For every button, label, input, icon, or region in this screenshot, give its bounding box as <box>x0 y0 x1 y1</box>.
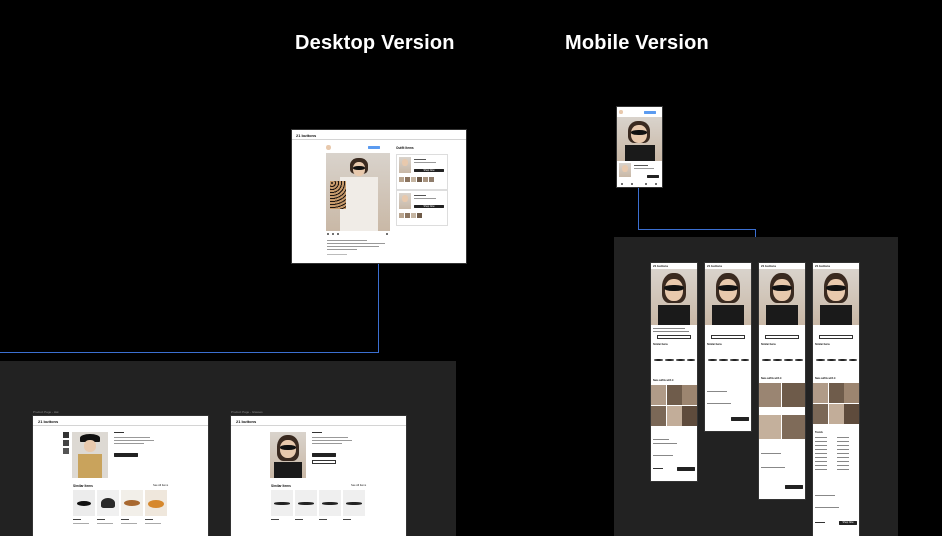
mobile-product-screen[interactable]: 21 buttons Similar Items New outfits wit… <box>813 263 859 536</box>
shop-now-button[interactable] <box>731 417 749 421</box>
similar-items-title: Similar Items <box>815 343 830 346</box>
secondary-button[interactable] <box>312 460 336 464</box>
shop-now-button[interactable] <box>312 453 336 457</box>
brand-logo[interactable]: 21 buttons <box>38 419 58 424</box>
shop-now-button[interactable] <box>677 467 695 471</box>
mobile-post-frame[interactable] <box>617 107 662 187</box>
brand-logo[interactable]: 21 buttons <box>236 419 256 424</box>
avatar[interactable] <box>326 145 331 150</box>
new-outfits-title: New outfits with it <box>815 377 836 380</box>
brand-logo[interactable]: 21 buttons <box>815 264 830 268</box>
shop-now-button[interactable] <box>785 485 803 489</box>
similar-item-card[interactable] <box>343 490 365 516</box>
mobile-product-screen[interactable]: 21 buttons Similar Items <box>705 263 751 431</box>
profile-icon[interactable] <box>655 183 657 185</box>
similar-items-title: Similar Items <box>761 343 776 346</box>
shop-now-button[interactable] <box>114 453 138 457</box>
comment-icon[interactable] <box>332 233 334 235</box>
similar-items-title: Similar Items <box>707 343 722 346</box>
mobile-product-screen[interactable]: 21 buttons Similar Items New outfits wit… <box>759 263 805 499</box>
share-icon[interactable] <box>337 233 339 235</box>
product-photo[interactable] <box>651 269 697 325</box>
home-icon[interactable] <box>621 183 623 185</box>
mobile-product-screen[interactable]: 21 buttons Similar Items New outfits wit… <box>651 263 697 481</box>
outfit-items-title: Outfit Items <box>396 146 414 150</box>
connector-desktop-vertical <box>378 263 379 353</box>
desktop-version-heading: Desktop Version <box>295 32 455 54</box>
header-divider <box>292 139 466 140</box>
brand-logo[interactable]: 21 buttons <box>761 264 776 268</box>
outfit-item-card[interactable]: Shop Now <box>396 154 448 190</box>
desktop-post-frame[interactable]: 21 buttons Outfit Items Shop Now Shop No… <box>292 130 466 263</box>
shop-now-button[interactable]: Shop Now <box>414 205 444 208</box>
similar-items-title: Similar Items <box>653 343 668 346</box>
product-photo[interactable] <box>705 269 751 325</box>
shop-button[interactable] <box>765 335 799 339</box>
outfit-item-card[interactable]: Shop Now <box>396 190 448 226</box>
similar-item-card[interactable] <box>97 490 119 516</box>
shop-now-button[interactable] <box>647 175 659 178</box>
see-all-items-link[interactable]: See All Items <box>153 484 168 487</box>
product-photo[interactable] <box>813 269 859 325</box>
avatar[interactable] <box>619 110 623 114</box>
similar-items-title: Similar Items <box>73 484 93 488</box>
desktop-product-panel: Product Page - Hat Product Page - Glasse… <box>0 361 456 536</box>
post-photo[interactable] <box>617 117 662 161</box>
connector-mobile-vertical <box>638 187 639 229</box>
new-outfits-title: New outfits with it <box>761 377 782 380</box>
brand-logo[interactable]: 21 buttons <box>707 264 722 268</box>
shop-button[interactable] <box>657 335 691 339</box>
brand-logo[interactable]: 21 buttons <box>296 133 316 138</box>
connector-mobile-horizontal <box>638 229 756 230</box>
product-photo[interactable] <box>759 269 805 325</box>
similar-item-card[interactable] <box>145 490 167 516</box>
similar-item-card[interactable] <box>121 490 143 516</box>
heart-icon[interactable] <box>645 183 647 185</box>
similar-item-card[interactable] <box>271 490 293 516</box>
trends-title: Trends <box>815 431 823 434</box>
mobile-version-heading: Mobile Version <box>565 32 709 54</box>
follow-button[interactable] <box>368 146 380 149</box>
new-outfits-title: New outfits with it <box>653 379 674 382</box>
similar-items-title: Similar Items <box>271 484 291 488</box>
bookmark-icon[interactable] <box>386 233 388 235</box>
product-photo[interactable] <box>72 432 108 478</box>
similar-item-card[interactable] <box>319 490 341 516</box>
shop-button[interactable] <box>711 335 745 339</box>
post-photo[interactable] <box>326 153 390 231</box>
follow-button[interactable] <box>644 111 656 114</box>
search-icon[interactable] <box>631 183 633 185</box>
mobile-product-panel: 21 buttons Similar Items New outfits wit… <box>614 237 898 536</box>
see-all-items-link[interactable]: See All Items <box>351 484 366 487</box>
like-icon[interactable] <box>327 233 329 235</box>
similar-item-card[interactable] <box>73 490 95 516</box>
connector-desktop-horizontal <box>0 352 379 353</box>
shop-now-button[interactable]: Shop Now <box>839 521 857 525</box>
product-photo[interactable] <box>270 432 306 478</box>
shop-now-button[interactable]: Shop Now <box>414 169 444 172</box>
product-page-glasses[interactable]: 21 buttons Similar Items See All Items <box>231 416 406 536</box>
similar-item-card[interactable] <box>295 490 317 516</box>
brand-logo[interactable]: 21 buttons <box>653 264 668 268</box>
product-page-hat[interactable]: 21 buttons Similar Items See All Items <box>33 416 208 536</box>
shop-button[interactable] <box>819 335 853 339</box>
